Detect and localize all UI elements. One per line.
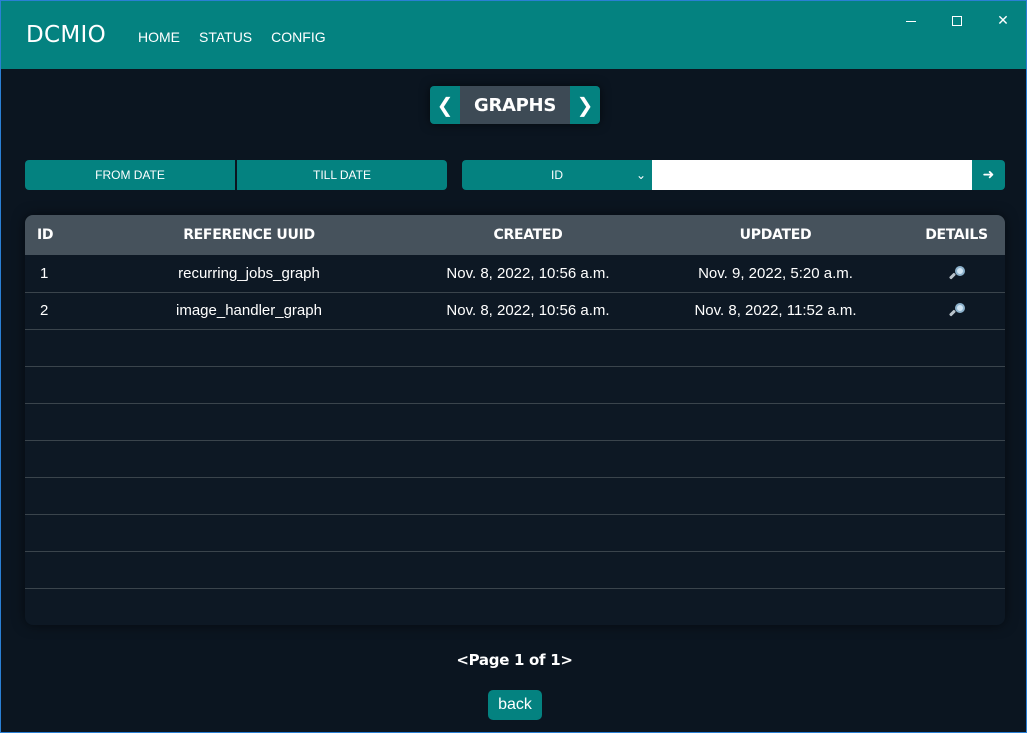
chevron-down-icon: ⌄ xyxy=(635,168,646,182)
cell-details xyxy=(908,292,1005,329)
pagination-label: <Page 1 of 1> xyxy=(456,651,573,669)
nav-config[interactable]: CONFIG xyxy=(271,29,325,45)
column-id[interactable]: ID xyxy=(25,215,85,255)
chevron-left-icon[interactable]: ❮ xyxy=(430,86,460,124)
from-date-button[interactable]: FROM DATE xyxy=(25,160,235,190)
column-updated[interactable]: UPDATED xyxy=(643,215,908,255)
app-window: DCMIO HOME STATUS CONFIG ✕ ❮ GRAPHS ❯ FR… xyxy=(0,0,1027,733)
maximize-icon[interactable] xyxy=(934,11,980,31)
cell-reference-uuid: image_handler_graph xyxy=(176,302,322,319)
graphs-table: ID REFERENCE UUID CREATED UPDATED DETAIL… xyxy=(25,215,1005,625)
empty-row xyxy=(25,440,1005,477)
magnifier-icon[interactable] xyxy=(948,303,965,319)
till-date-button[interactable]: TILL DATE xyxy=(235,160,447,190)
empty-row xyxy=(25,366,1005,403)
cell-id: 1 xyxy=(40,264,49,282)
chevron-right-icon[interactable]: ❯ xyxy=(570,86,600,124)
date-filter-group: FROM DATE TILL DATE xyxy=(25,160,447,190)
table-row: 2 image_handler_graph Nov. 8, 2022, 10:5… xyxy=(25,292,1005,329)
cell-created: Nov. 8, 2022, 10:56 a.m. xyxy=(446,264,610,282)
nav-home[interactable]: HOME xyxy=(138,29,180,45)
window-controls: ✕ xyxy=(888,11,1026,31)
magnifier-icon[interactable] xyxy=(948,265,965,282)
top-bar: DCMIO HOME STATUS CONFIG ✕ xyxy=(1,1,1026,69)
cell-created: Nov. 8, 2022, 10:56 a.m. xyxy=(446,302,610,319)
empty-row xyxy=(25,514,1005,551)
cell-updated: Nov. 8, 2022, 11:52 a.m. xyxy=(694,302,857,319)
view-title: GRAPHS xyxy=(460,86,570,124)
back-button[interactable]: back xyxy=(488,690,542,720)
table-row: 1 recurring_jobs_graph Nov. 8, 2022, 10:… xyxy=(25,255,1005,292)
column-details: DETAILS xyxy=(925,227,988,243)
main-nav: HOME STATUS CONFIG xyxy=(138,29,345,45)
empty-row xyxy=(25,551,1005,588)
empty-row xyxy=(25,329,1005,366)
arrow-right-icon[interactable]: ➜ xyxy=(972,160,1005,190)
view-switcher: ❮ GRAPHS ❯ xyxy=(430,86,600,124)
empty-row xyxy=(25,403,1005,440)
column-reference-uuid[interactable]: REFERENCE UUID xyxy=(85,215,413,255)
cell-reference-uuid: recurring_jobs_graph xyxy=(178,264,320,282)
cell-details xyxy=(908,255,1005,292)
close-icon[interactable]: ✕ xyxy=(980,11,1026,31)
empty-row xyxy=(25,477,1005,514)
nav-status[interactable]: STATUS xyxy=(199,29,252,45)
brand-logo[interactable]: DCMIO xyxy=(26,22,106,48)
minimize-icon[interactable] xyxy=(888,11,934,31)
empty-row xyxy=(25,588,1005,625)
table-header: ID REFERENCE UUID CREATED UPDATED DETAIL… xyxy=(25,215,1005,255)
search-input[interactable] xyxy=(652,160,972,190)
cell-id: 2 xyxy=(40,302,49,319)
column-created[interactable]: CREATED xyxy=(413,215,643,255)
field-select-value: ID xyxy=(551,168,563,182)
search-group: ID ⌄ ➜ xyxy=(462,160,1005,190)
field-select[interactable]: ID ⌄ xyxy=(462,160,652,190)
cell-updated: Nov. 9, 2022, 5:20 a.m. xyxy=(698,264,853,282)
